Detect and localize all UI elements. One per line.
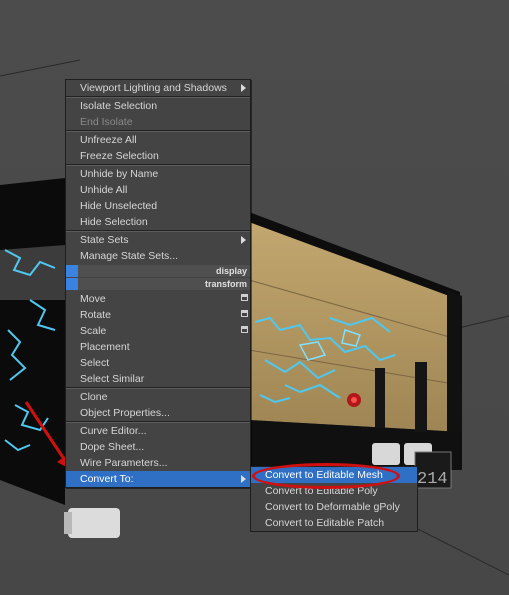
quad-section-display[interactable]: display [66,265,250,277]
menu-item-hide-unselected[interactable]: Hide Unselected [66,198,250,214]
section-tab [66,278,78,290]
menu-item-label: Select Similar [80,373,145,385]
menu-item-select-similar[interactable]: Select Similar [66,371,250,387]
menu-item-hide-selection[interactable]: Hide Selection [66,214,250,230]
menu-item-label: Convert to Deformable gPoly [265,501,400,513]
menu-item-label: Isolate Selection [80,100,158,112]
menu-item-clone[interactable]: Clone [66,389,250,405]
menu-item-convert-to-editable-patch[interactable]: Convert to Editable Patch [251,515,417,531]
menu-item-label: Unfreeze All [80,134,137,146]
menu-item-label: Wire Parameters... [80,457,168,469]
menu-item-unfreeze-all[interactable]: Unfreeze All [66,132,250,148]
quad-section-transform[interactable]: transform [66,278,250,290]
menu-item-manage-state-sets[interactable]: Manage State Sets... [66,248,250,264]
menu-item-label: Unhide All [80,184,128,196]
settings-box-icon[interactable] [241,326,248,333]
menu-item-isolate-selection[interactable]: Isolate Selection [66,98,250,114]
section-label: transform [204,279,247,289]
menu-item-label: Clone [80,391,108,403]
menu-item-move[interactable]: Move [66,291,250,307]
menu-item-convert-to-deformable-gpoly[interactable]: Convert to Deformable gPoly [251,499,417,515]
menu-item-unhide-all[interactable]: Unhide All [66,182,250,198]
menu-item-convert-to-editable-mesh[interactable]: Convert to Editable Mesh [251,467,417,483]
menu-item-label: State Sets [80,234,129,246]
menu-item-convert-to-editable-poly[interactable]: Convert to Editable Poly [251,483,417,499]
bracket [415,362,427,432]
wheel-bumper [68,508,120,538]
menu-item-viewport-lighting-and-shadows[interactable]: Viewport Lighting and Shadows [66,80,250,96]
menu-item-label: Convert To: [80,473,134,485]
menu-item-scale[interactable]: Scale [66,323,250,339]
menu-item-label: Convert to Editable Mesh [265,469,383,481]
menu-item-label: Object Properties... [80,407,170,419]
license-plate-text: 214 [417,470,448,489]
quad-menu: Viewport Lighting and Shadows Isolate Sel… [65,79,251,488]
menu-item-label: Move [80,293,106,305]
submenu-arrow-icon [241,236,246,244]
menu-item-label: End Isolate [80,116,133,128]
menu-item-label: Dope Sheet... [80,441,145,453]
menu-item-convert-to[interactable]: Convert To: [66,471,250,487]
menu-item-curve-editor[interactable]: Curve Editor... [66,423,250,439]
section-label: display [215,266,247,276]
menu-item-label: Hide Selection [80,216,148,228]
menu-item-object-properties[interactable]: Object Properties... [66,405,250,421]
menu-item-unhide-by-name[interactable]: Unhide by Name [66,166,250,182]
menu-item-dope-sheet[interactable]: Dope Sheet... [66,439,250,455]
menu-item-label: Scale [80,325,107,337]
menu-item-label: Placement [80,341,130,353]
bracket [375,368,385,428]
menu-item-end-isolate: End Isolate [66,114,250,130]
menu-item-rotate[interactable]: Rotate [66,307,250,323]
menu-item-label: Select [80,357,110,369]
menu-item-label: Freeze Selection [80,150,159,162]
menu-item-label: Manage State Sets... [80,250,179,262]
menu-item-wire-parameters[interactable]: Wire Parameters... [66,455,250,471]
convert-to-submenu: Convert to Editable Mesh Convert to Edita… [250,466,418,532]
menu-item-label: Unhide by Name [80,168,159,180]
menu-item-label: Viewport Lighting and Shadows [80,82,227,94]
menu-item-freeze-selection[interactable]: Freeze Selection [66,148,250,164]
menu-item-label: Convert to Editable Poly [265,485,378,497]
settings-box-icon[interactable] [241,294,248,301]
menu-item-placement[interactable]: Placement [66,339,250,355]
menu-item-state-sets[interactable]: State Sets [66,232,250,248]
wheel-bumper [372,443,400,465]
submenu-arrow-icon [241,84,246,92]
menu-item-label: Hide Unselected [80,200,158,212]
menu-item-select[interactable]: Select [66,355,250,371]
menu-item-label: Curve Editor... [80,425,147,437]
menu-item-label: Rotate [80,309,111,321]
truck-left-wall [0,178,65,505]
section-tab [66,265,78,277]
settings-box-icon[interactable] [241,310,248,317]
submenu-arrow-icon [241,475,246,483]
menu-item-label: Convert to Editable Patch [265,517,385,529]
